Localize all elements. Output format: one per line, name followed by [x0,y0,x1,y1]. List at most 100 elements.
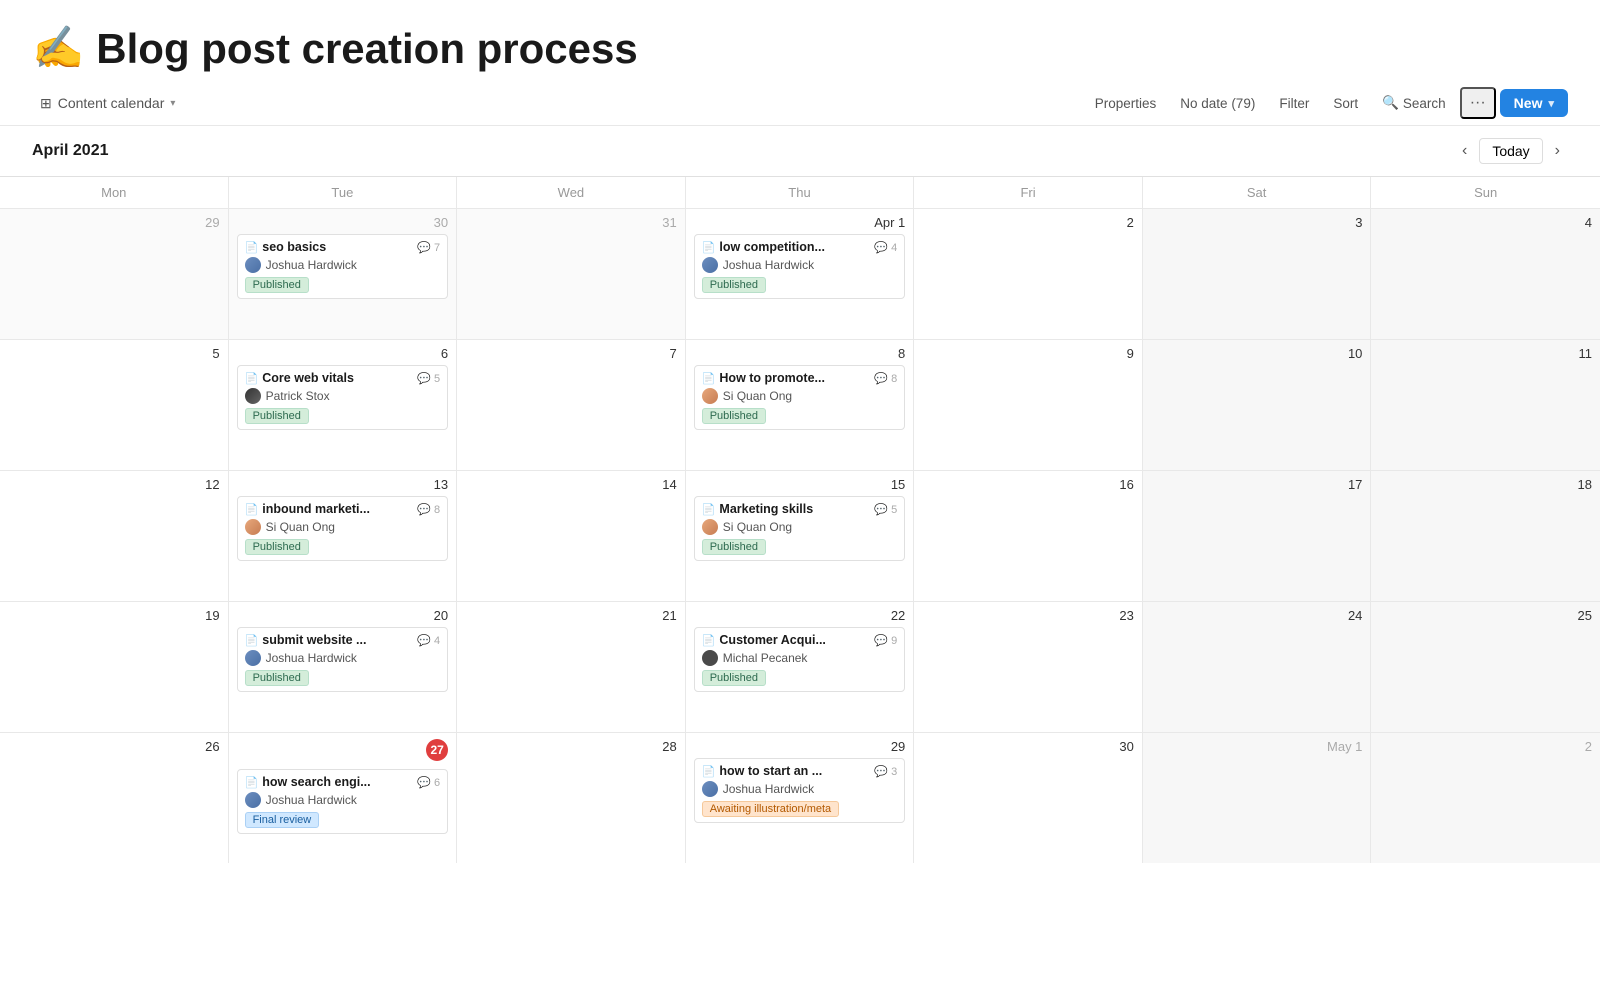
event-card[interactable]: 📄seo basics💬 7Joshua HardwickPublished [237,234,449,299]
calendar-week: 29 30📄seo basics💬 7Joshua HardwickPublish… [0,208,1600,339]
calendar-cell[interactable]: 29 [0,209,229,339]
status-badge: Published [702,539,766,555]
calendar-cell[interactable]: 30📄seo basics💬 7Joshua HardwickPublished [229,209,458,339]
calendar-cell[interactable]: 28 [457,733,686,863]
sort-button[interactable]: Sort [1323,91,1368,116]
next-month-button[interactable]: › [1547,138,1568,164]
nodate-button[interactable]: No date (79) [1170,91,1265,116]
calendar-cell[interactable]: 2 [914,209,1143,339]
toolbar: ⊞ Content calendar ▾ Properties No date … [0,81,1600,126]
day-number: 29 [8,215,220,230]
calendar-cell[interactable]: 22📄Customer Acqui...💬 9Michal PecanekPub… [686,602,915,732]
status-badge: Published [702,277,766,293]
page-emoji: ✍️ [32,24,84,73]
calendar-cell[interactable]: 11 [1371,340,1600,470]
author-name: Si Quan Ong [266,520,335,534]
calendar-cell[interactable]: 25 [1371,602,1600,732]
document-icon: 📄 [702,634,716,647]
event-card[interactable]: 📄How to promote...💬 8Si Quan OngPublishe… [694,365,906,430]
avatar [702,781,718,797]
calendar-cell[interactable]: 27📄how search engi...💬 6Joshua HardwickF… [229,733,458,863]
document-icon: 📄 [702,372,716,385]
cal-header-day: Tue [229,177,458,208]
status-badge: Published [702,670,766,686]
calendar-cell[interactable]: 14 [457,471,686,601]
status-badge: Awaiting illustration/meta [702,801,839,817]
avatar [245,257,261,273]
calendar-cell[interactable]: 13📄inbound marketi...💬 8Si Quan OngPubli… [229,471,458,601]
calendar-cell[interactable]: 30 [914,733,1143,863]
calendar-cell[interactable]: 26 [0,733,229,863]
prev-month-button[interactable]: ‹ [1454,138,1475,164]
today-button[interactable]: Today [1479,138,1542,164]
status-badge: Published [245,670,309,686]
day-number: 2 [1379,739,1592,754]
calendar-week: 26 27📄how search engi...💬 6Joshua Hardwic… [0,732,1600,863]
event-title: 📄Core web vitals [245,371,354,385]
calendar-month-label: April 2021 [32,142,108,160]
calendar-nav: April 2021 ‹ Today › [0,126,1600,176]
calendar-cell[interactable]: 8📄How to promote...💬 8Si Quan OngPublish… [686,340,915,470]
calendar-cell[interactable]: 29📄how to start an ...💬 3Joshua Hardwick… [686,733,915,863]
calendar-cell[interactable]: May 1 [1143,733,1372,863]
calendar-view-icon: ⊞ [40,95,52,112]
calendar-cell[interactable]: Apr 1📄low competition...💬 4Joshua Hardwi… [686,209,915,339]
calendar-cell[interactable]: 20📄submit website ...💬 4Joshua HardwickP… [229,602,458,732]
author-name: Joshua Hardwick [266,651,357,665]
event-comment-count: 💬 3 [874,765,897,778]
calendar-cell[interactable]: 18 [1371,471,1600,601]
event-card[interactable]: 📄submit website ...💬 4Joshua HardwickPub… [237,627,449,692]
day-number: 21 [465,608,677,623]
calendar-cell[interactable]: 19 [0,602,229,732]
day-number: 6 [237,346,449,361]
event-author-row: Patrick Stox [245,388,441,404]
calendar-cell[interactable]: 7 [457,340,686,470]
calendar-cell[interactable]: 17 [1143,471,1372,601]
calendar-cell[interactable]: 12 [0,471,229,601]
day-number: 18 [1379,477,1592,492]
calendar-week: 1213📄inbound marketi...💬 8Si Quan OngPub… [0,470,1600,601]
calendar-cell[interactable]: 21 [457,602,686,732]
view-chevron-icon: ▾ [170,98,175,109]
event-card[interactable]: 📄Core web vitals💬 5Patrick StoxPublished [237,365,449,430]
event-author-row: Joshua Hardwick [245,792,441,808]
event-card[interactable]: 📄how search engi...💬 6Joshua HardwickFin… [237,769,449,834]
more-options-button[interactable]: ··· [1460,87,1496,119]
event-author-row: Joshua Hardwick [702,781,898,797]
event-card[interactable]: 📄inbound marketi...💬 8Si Quan OngPublish… [237,496,449,561]
calendar-week: 1920📄submit website ...💬 4Joshua Hardwic… [0,601,1600,732]
calendar-cell[interactable]: 24 [1143,602,1372,732]
calendar-cell[interactable]: 5 [0,340,229,470]
event-title: 📄seo basics [245,240,327,254]
cal-header-day: Wed [457,177,686,208]
new-button[interactable]: New ▾ [1500,89,1568,117]
event-card[interactable]: 📄Customer Acqui...💬 9Michal PecanekPubli… [694,627,906,692]
calendar-cell[interactable]: 3 [1143,209,1372,339]
calendar-cell[interactable]: 4 [1371,209,1600,339]
avatar [245,650,261,666]
view-selector[interactable]: ⊞ Content calendar ▾ [32,91,183,116]
calendar-cell[interactable]: 31 [457,209,686,339]
author-name: Joshua Hardwick [266,793,357,807]
day-number: 26 [8,739,220,754]
calendar-cell[interactable]: 10 [1143,340,1372,470]
event-card[interactable]: 📄how to start an ...💬 3Joshua HardwickAw… [694,758,906,823]
event-card[interactable]: 📄low competition...💬 4Joshua HardwickPub… [694,234,906,299]
calendar-cell[interactable]: 6 📄Core web vitals💬 5Patrick StoxPublishe… [229,340,458,470]
event-card[interactable]: 📄Marketing skills💬 5Si Quan OngPublished [694,496,906,561]
calendar-cell[interactable]: 2 [1371,733,1600,863]
calendar-cell[interactable]: 15📄Marketing skills💬 5Si Quan OngPublish… [686,471,915,601]
cal-header-day: Mon [0,177,229,208]
calendar-cell[interactable]: 23 [914,602,1143,732]
document-icon: 📄 [702,503,716,516]
filter-button[interactable]: Filter [1269,91,1319,116]
calendar-cell[interactable]: 9 [914,340,1143,470]
event-title: 📄How to promote... [702,371,825,385]
calendar-cell[interactable]: 16 [914,471,1143,601]
document-icon: 📄 [702,765,716,778]
day-number: 3 [1151,215,1363,230]
properties-button[interactable]: Properties [1085,91,1167,116]
event-title: 📄how search engi... [245,775,371,789]
event-title: 📄submit website ... [245,633,367,647]
search-button[interactable]: 🔍 Search [1372,90,1456,116]
